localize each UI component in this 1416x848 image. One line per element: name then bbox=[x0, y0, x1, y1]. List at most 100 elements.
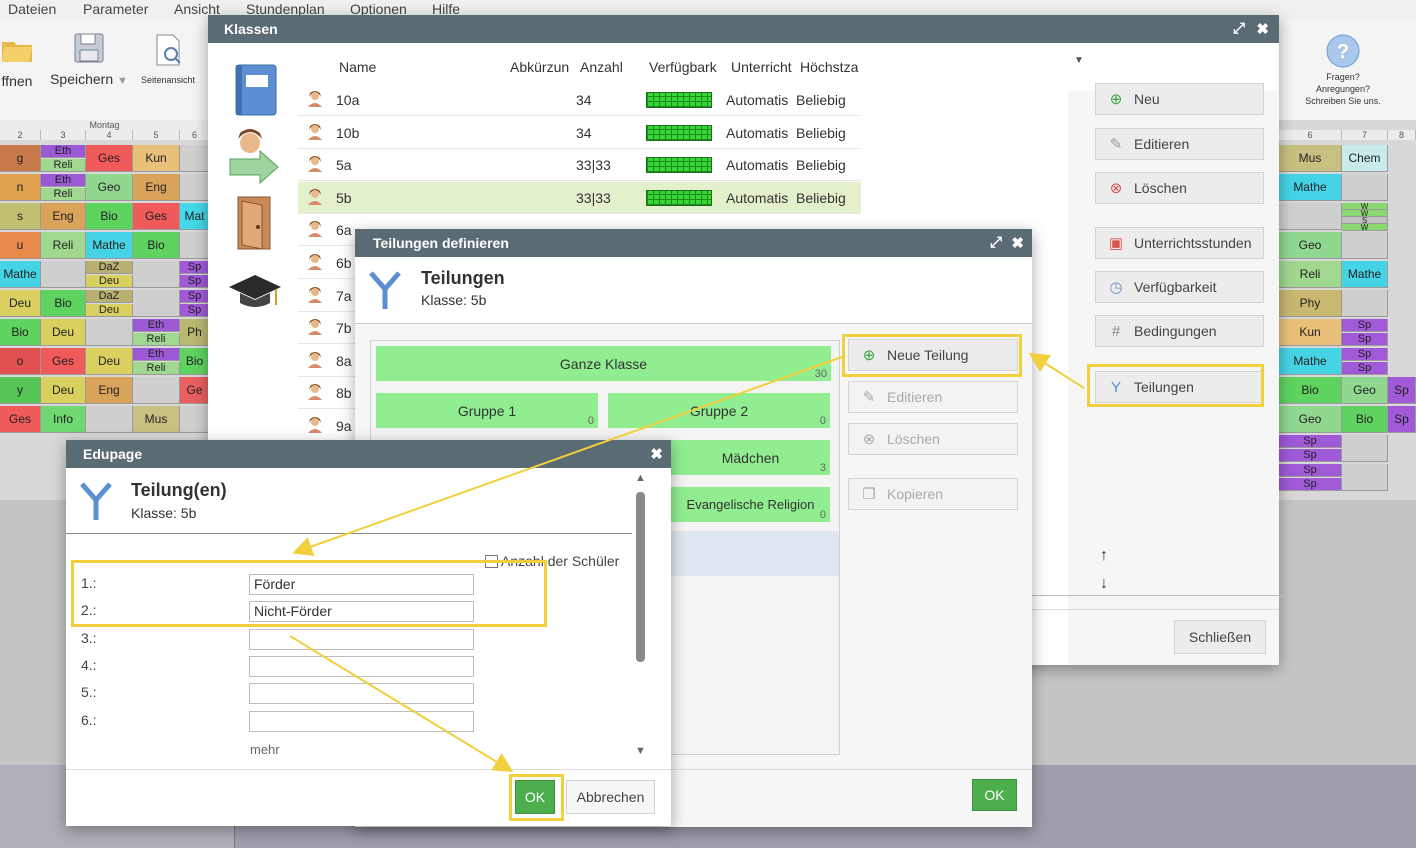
timetable-cell[interactable]: Mathe bbox=[1342, 261, 1388, 288]
timetable-cell[interactable]: Sp bbox=[180, 304, 210, 317]
timetable-cell[interactable]: Ges bbox=[0, 406, 41, 433]
teilung-name-input[interactable] bbox=[249, 683, 474, 705]
timetable-cell[interactable]: Kun bbox=[133, 145, 180, 172]
timetable-cell[interactable]: Bio bbox=[0, 319, 41, 346]
timetable-cell[interactable] bbox=[180, 174, 210, 201]
timetable-cell[interactable]: Reli bbox=[1279, 261, 1342, 288]
teacher-arrow-icon[interactable] bbox=[228, 129, 282, 185]
timetable-cell[interactable]: Sp bbox=[1388, 406, 1416, 433]
col-anzahl[interactable]: Anzahl bbox=[580, 59, 623, 75]
timetable-cell[interactable]: Ges bbox=[86, 145, 133, 172]
timetable-cell[interactable]: Ges bbox=[133, 203, 180, 230]
timetable-cell[interactable]: Bio bbox=[180, 348, 210, 375]
timetable-cell[interactable]: W bbox=[1342, 224, 1388, 231]
timetable-cell[interactable] bbox=[133, 261, 180, 288]
graduation-cap-icon[interactable] bbox=[228, 271, 282, 315]
timetable-cell[interactable]: n bbox=[0, 174, 41, 201]
ok-button[interactable]: OK bbox=[972, 779, 1017, 811]
scrollbar[interactable]: ▲ ▼ bbox=[633, 472, 649, 764]
close-icon[interactable]: ✖ bbox=[650, 445, 663, 463]
timetable-cell[interactable]: Sp bbox=[180, 261, 210, 274]
menu-dateien[interactable]: Dateien bbox=[8, 1, 56, 17]
timetable-cell[interactable]: Sp bbox=[1279, 464, 1342, 477]
timetable-cell[interactable] bbox=[1342, 290, 1388, 317]
open-button[interactable]: ffnen bbox=[0, 34, 34, 89]
timetable-cell[interactable]: Reli bbox=[41, 232, 86, 259]
kopieren-button[interactable]: ❐ Kopieren bbox=[848, 478, 1018, 510]
timetable-cell[interactable]: Deu bbox=[86, 304, 133, 317]
maximize-icon[interactable]: ⤢ bbox=[990, 234, 1002, 251]
timetable-cell[interactable]: Mathe bbox=[0, 261, 41, 288]
timetable-cell[interactable]: Reli bbox=[133, 362, 180, 375]
timetable-cell[interactable]: Bio bbox=[1342, 406, 1388, 433]
klassen-row[interactable]: 5b 33|33 Automatis Beliebig bbox=[298, 181, 861, 214]
timetable-cell[interactable]: Bio bbox=[133, 232, 180, 259]
timetable-cell[interactable] bbox=[133, 377, 180, 404]
timetable-cell[interactable]: S bbox=[1342, 217, 1388, 224]
timetable-cell[interactable]: Mus bbox=[1279, 145, 1342, 172]
unterrichtsstunden-button[interactable]: ▣ Unterrichtsstunden bbox=[1095, 227, 1264, 259]
timetable-cell[interactable]: u bbox=[0, 232, 41, 259]
timetable-cell[interactable] bbox=[1342, 174, 1388, 201]
timetable-cell[interactable]: Eth bbox=[41, 145, 86, 158]
timetable-cell[interactable]: DaZ bbox=[86, 290, 133, 303]
loeschen-button[interactable]: ⊗ Löschen bbox=[848, 423, 1018, 455]
chevron-down-icon[interactable]: ▼ bbox=[117, 75, 128, 87]
timetable-cell[interactable]: Deu bbox=[86, 348, 133, 375]
schliessen-button[interactable]: Schließen bbox=[1174, 620, 1266, 654]
scroll-down-icon[interactable]: ▼ bbox=[635, 745, 646, 757]
timetable-cell[interactable] bbox=[86, 319, 133, 346]
timetable-cell[interactable]: Reli bbox=[133, 333, 180, 346]
timetable-cell[interactable]: Sp bbox=[1279, 449, 1342, 462]
arrow-down-icon[interactable]: ↓ bbox=[1100, 575, 1108, 593]
timetable-cell[interactable]: Info bbox=[41, 406, 86, 433]
group-evangelische-religion[interactable]: Evangelische Religion 0 bbox=[671, 487, 830, 522]
save-button[interactable]: Speichern ▼ bbox=[48, 32, 130, 87]
timetable-cell[interactable] bbox=[133, 290, 180, 317]
col-name[interactable]: Name bbox=[339, 59, 376, 75]
timetable-cell[interactable]: Sp bbox=[1388, 377, 1416, 404]
timetable-cell[interactable] bbox=[1342, 435, 1388, 462]
timetable-cell[interactable]: DaZ bbox=[86, 261, 133, 274]
columns-dropdown-icon[interactable]: ▼ bbox=[1074, 55, 1084, 66]
timetable-cell[interactable]: Mathe bbox=[86, 232, 133, 259]
timetable-cell[interactable]: Deu bbox=[0, 290, 41, 317]
timetable-cell[interactable]: W bbox=[1342, 210, 1388, 217]
neu-button[interactable]: ⊕ Neu bbox=[1095, 83, 1264, 115]
col-hoechstzahl[interactable]: Höchstza bbox=[800, 59, 858, 75]
timetable-cell[interactable]: s bbox=[0, 203, 41, 230]
timetable-cell[interactable]: Eng bbox=[86, 377, 133, 404]
timetable-cell[interactable]: Sp bbox=[1342, 319, 1388, 332]
group-gruppe-2[interactable]: Gruppe 2 0 bbox=[608, 393, 830, 428]
loeschen-button[interactable]: ⊗ Löschen bbox=[1095, 172, 1264, 204]
timetable-cell[interactable]: Chem bbox=[1342, 145, 1388, 172]
timetable-cell[interactable]: Geo bbox=[1279, 406, 1342, 433]
timetable-cell[interactable]: Bio bbox=[86, 203, 133, 230]
timetable-cell[interactable]: y bbox=[0, 377, 41, 404]
timetable-cell[interactable]: Kun bbox=[1279, 319, 1342, 346]
teilung-name-input[interactable] bbox=[249, 655, 474, 677]
timetable-cell[interactable]: Sp bbox=[1279, 478, 1342, 491]
scroll-up-icon[interactable]: ▲ bbox=[635, 472, 646, 484]
timetable-cell[interactable]: Sp bbox=[1342, 348, 1388, 361]
timetable-cell[interactable]: Mus bbox=[133, 406, 180, 433]
timetable-cell[interactable]: Eng bbox=[133, 174, 180, 201]
timetable-cell[interactable]: Deu bbox=[86, 275, 133, 288]
timetable-cell[interactable]: Sp bbox=[1342, 333, 1388, 346]
preview-button[interactable]: Seitenansicht bbox=[134, 34, 202, 85]
help-button[interactable]: ? Fragen? Anregungen? Schreiben Sie uns. bbox=[1296, 34, 1390, 107]
timetable-cell[interactable] bbox=[180, 145, 210, 172]
timetable-cell[interactable]: Eng bbox=[41, 203, 86, 230]
menu-parameter[interactable]: Parameter bbox=[83, 1, 148, 17]
timetable-cell[interactable] bbox=[1279, 203, 1342, 230]
arrow-up-icon[interactable]: ↑ bbox=[1100, 547, 1108, 565]
editieren-button[interactable]: ✎ Editieren bbox=[848, 381, 1018, 413]
verfuegbarkeit-button[interactable]: ◷ Verfügbarkeit bbox=[1095, 271, 1264, 303]
book-icon[interactable] bbox=[232, 63, 278, 117]
timetable-cell[interactable]: Bio bbox=[1279, 377, 1342, 404]
timetable-cell[interactable]: Deu bbox=[41, 377, 86, 404]
close-icon[interactable]: ✖ bbox=[1256, 20, 1269, 38]
timetable-cell[interactable]: Geo bbox=[1279, 232, 1342, 259]
timetable-cell[interactable]: W bbox=[1342, 203, 1388, 210]
timetable-cell[interactable]: Bio bbox=[41, 290, 86, 317]
